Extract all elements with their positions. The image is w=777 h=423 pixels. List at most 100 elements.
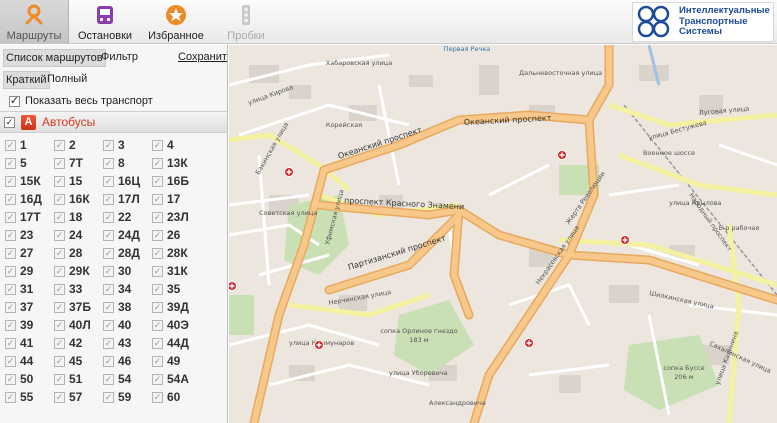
route-item[interactable]: ✓ 45	[54, 352, 103, 370]
route-checkbox[interactable]: ✓	[152, 175, 163, 187]
show-all-checkbox[interactable]: ✓	[9, 95, 20, 107]
route-item[interactable]: ✓ 28К	[152, 244, 201, 262]
route-item[interactable]: ✓ 49	[152, 352, 201, 370]
route-checkbox[interactable]: ✓	[54, 319, 65, 331]
route-item[interactable]: ✓ 31	[5, 280, 54, 298]
route-checkbox[interactable]: ✓	[152, 193, 163, 205]
route-checkbox[interactable]: ✓	[103, 283, 114, 295]
route-item[interactable]: ✓ 16К	[54, 190, 103, 208]
tab-routes[interactable]: Маршруты	[0, 0, 69, 44]
route-checkbox[interactable]: ✓	[103, 337, 114, 349]
bus-section-header[interactable]: ✓ А Автобусы	[0, 111, 227, 133]
route-checkbox[interactable]: ✓	[103, 247, 114, 259]
route-checkbox[interactable]: ✓	[103, 229, 114, 241]
route-item[interactable]: ✓ 13К	[152, 154, 201, 172]
route-checkbox[interactable]: ✓	[103, 139, 114, 151]
route-checkbox[interactable]: ✓	[54, 355, 65, 367]
route-item[interactable]: ✓ 37	[5, 298, 54, 316]
route-checkbox[interactable]: ✓	[54, 283, 65, 295]
hospital-icon[interactable]	[524, 338, 534, 348]
route-item[interactable]: ✓ 39	[5, 316, 54, 334]
route-checkbox[interactable]: ✓	[103, 175, 114, 187]
route-checkbox[interactable]: ✓	[54, 337, 65, 349]
route-checkbox[interactable]: ✓	[103, 319, 114, 331]
route-item[interactable]: ✓ 29	[5, 262, 54, 280]
route-item[interactable]: ✓ 4	[152, 136, 201, 154]
route-item[interactable]: ✓ 24Д	[103, 226, 152, 244]
route-checkbox[interactable]: ✓	[54, 391, 65, 403]
route-checkbox[interactable]: ✓	[152, 337, 163, 349]
route-item[interactable]: ✓ 27	[5, 244, 54, 262]
route-checkbox[interactable]: ✓	[54, 175, 65, 187]
route-checkbox[interactable]: ✓	[103, 157, 114, 169]
route-item[interactable]: ✓ 16Б	[152, 172, 201, 190]
route-checkbox[interactable]: ✓	[5, 193, 16, 205]
company-logo[interactable]: Интеллектуальные Транспортные Системы	[632, 2, 774, 42]
route-item[interactable]: ✓ 50	[5, 370, 54, 388]
route-checkbox[interactable]: ✓	[103, 391, 114, 403]
route-checkbox[interactable]: ✓	[152, 301, 163, 313]
route-item[interactable]: ✓ 28	[54, 244, 103, 262]
route-checkbox[interactable]: ✓	[152, 373, 163, 385]
route-item[interactable]: ✓ 30	[103, 262, 152, 280]
route-checkbox[interactable]: ✓	[5, 247, 16, 259]
route-checkbox[interactable]: ✓	[54, 373, 65, 385]
route-checkbox[interactable]: ✓	[103, 211, 114, 223]
route-item[interactable]: ✓ 35	[152, 280, 201, 298]
route-item[interactable]: ✓ 44	[5, 352, 54, 370]
route-checkbox[interactable]: ✓	[5, 373, 16, 385]
route-checkbox[interactable]: ✓	[5, 265, 16, 277]
route-item[interactable]: ✓ 3	[103, 136, 152, 154]
city-map[interactable]: Океанский проспект Океанский проспект пр…	[229, 45, 777, 423]
route-item[interactable]: ✓ 18	[54, 208, 103, 226]
route-checkbox[interactable]: ✓	[54, 139, 65, 151]
route-item[interactable]: ✓ 54А	[152, 370, 201, 388]
route-item[interactable]: ✓ 54	[103, 370, 152, 388]
route-item[interactable]: ✓ 29К	[54, 262, 103, 280]
route-checkbox[interactable]: ✓	[103, 373, 114, 385]
route-checkbox[interactable]: ✓	[54, 229, 65, 241]
route-checkbox[interactable]: ✓	[5, 355, 16, 367]
route-item[interactable]: ✓ 44Д	[152, 334, 201, 352]
route-item[interactable]: ✓ 5	[5, 154, 54, 172]
route-checkbox[interactable]: ✓	[152, 391, 163, 403]
route-checkbox[interactable]: ✓	[5, 319, 16, 331]
route-item[interactable]: ✓ 23Л	[152, 208, 201, 226]
route-checkbox[interactable]: ✓	[54, 193, 65, 205]
route-item[interactable]: ✓ 37Б	[54, 298, 103, 316]
hospital-icon[interactable]	[557, 150, 567, 160]
route-checkbox[interactable]: ✓	[152, 355, 163, 367]
route-item[interactable]: ✓ 15К	[5, 172, 54, 190]
route-checkbox[interactable]: ✓	[5, 229, 16, 241]
route-checkbox[interactable]: ✓	[152, 319, 163, 331]
mode-short-button[interactable]: Краткий	[3, 71, 50, 89]
route-item[interactable]: ✓ 38	[103, 298, 152, 316]
route-item[interactable]: ✓ 40	[103, 316, 152, 334]
route-item[interactable]: ✓ 40Э	[152, 316, 201, 334]
route-item[interactable]: ✓ 23	[5, 226, 54, 244]
route-checkbox[interactable]: ✓	[152, 139, 163, 151]
map-canvas[interactable]: Океанский проспект Океанский проспект пр…	[229, 45, 777, 423]
route-item[interactable]: ✓ 60	[152, 388, 201, 406]
route-checkbox[interactable]: ✓	[5, 391, 16, 403]
route-item[interactable]: ✓ 7Т	[54, 154, 103, 172]
route-item[interactable]: ✓ 34	[103, 280, 152, 298]
route-item[interactable]: ✓ 33	[54, 280, 103, 298]
hospital-icon[interactable]	[229, 281, 237, 291]
route-checkbox[interactable]: ✓	[152, 211, 163, 223]
route-item[interactable]: ✓ 17	[152, 190, 201, 208]
route-item[interactable]: ✓ 43	[103, 334, 152, 352]
route-item[interactable]: ✓ 22	[103, 208, 152, 226]
route-checkbox[interactable]: ✓	[152, 265, 163, 277]
route-checkbox[interactable]: ✓	[152, 247, 163, 259]
route-checkbox[interactable]: ✓	[103, 265, 114, 277]
tab-filter[interactable]: Фильтр	[101, 51, 138, 63]
tab-traffic[interactable]: Пробки	[213, 0, 279, 44]
route-checkbox[interactable]: ✓	[152, 157, 163, 169]
save-link[interactable]: Сохранить	[178, 51, 227, 63]
route-item[interactable]: ✓ 51	[54, 370, 103, 388]
route-item[interactable]: ✓ 46	[103, 352, 152, 370]
route-checkbox[interactable]: ✓	[54, 247, 65, 259]
route-checkbox[interactable]: ✓	[5, 337, 16, 349]
route-checkbox[interactable]: ✓	[54, 265, 65, 277]
